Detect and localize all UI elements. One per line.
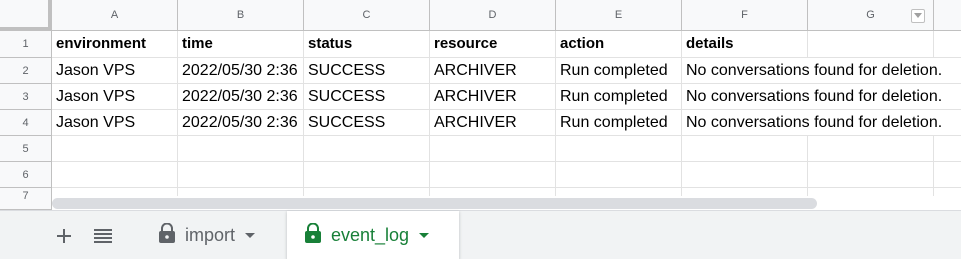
column-header-label: A — [110, 9, 119, 21]
column-header-f[interactable]: F — [682, 0, 808, 31]
column-header-g[interactable]: G — [808, 0, 934, 31]
sheet-tab-label: event_log — [331, 225, 410, 245]
sheet-tab-label: import — [185, 225, 236, 245]
plus-icon[interactable] — [52, 224, 76, 248]
sheet-tab-import[interactable]: import — [145, 211, 285, 259]
column-header-label: D — [488, 9, 497, 21]
lock-icon — [159, 222, 175, 248]
table-cell[interactable]: Run completed — [556, 110, 682, 136]
column-dropdown-icon[interactable] — [911, 9, 925, 23]
column-header-b[interactable]: B — [178, 0, 304, 31]
column-header-partial[interactable] — [934, 0, 961, 31]
table-cell[interactable]: SUCCESS — [304, 84, 430, 110]
sheet-tab-event-log[interactable]: event_log — [287, 211, 459, 259]
table-cell[interactable]: ARCHIVER — [430, 110, 556, 136]
empty-cell[interactable] — [808, 31, 934, 58]
table-cell[interactable]: 2022/05/30 2:36 — [178, 58, 304, 84]
row-header-label: 2 — [22, 64, 29, 77]
empty-cell[interactable] — [304, 136, 430, 162]
table-header-cell[interactable]: environment — [52, 31, 178, 58]
table-cell[interactable]: Jason VPS — [52, 110, 178, 136]
column-header-c[interactable]: C — [304, 0, 430, 31]
empty-cell[interactable] — [934, 136, 961, 162]
empty-cell[interactable] — [430, 162, 556, 188]
empty-cell[interactable] — [178, 162, 304, 188]
empty-cell[interactable] — [304, 162, 430, 188]
empty-cell[interactable] — [682, 136, 808, 162]
table-header-cell[interactable]: status — [304, 31, 430, 58]
column-header-label: F — [741, 9, 748, 21]
empty-cell[interactable] — [52, 136, 178, 162]
empty-cell[interactable] — [808, 136, 934, 162]
row-header-5[interactable]: 5 — [0, 136, 52, 162]
empty-cell[interactable] — [808, 162, 934, 188]
row-header-6[interactable]: 6 — [0, 162, 52, 188]
row-header-1[interactable]: 1 — [0, 31, 52, 58]
select-all-corner[interactable] — [0, 0, 52, 31]
empty-cell[interactable] — [934, 162, 961, 188]
table-cell[interactable]: Jason VPS — [52, 58, 178, 84]
empty-cell[interactable] — [52, 162, 178, 188]
spreadsheet-grid: A B C D E F G 1 2 3 4 5 6 7 environment … — [0, 0, 961, 210]
empty-cell[interactable] — [934, 31, 961, 58]
sheet-tab-bar: import event_log — [0, 210, 961, 259]
table-cell[interactable]: SUCCESS — [304, 58, 430, 84]
row-header-3[interactable]: 3 — [0, 84, 52, 110]
row-header-label: 4 — [22, 116, 29, 129]
table-cell[interactable]: Run completed — [556, 84, 682, 110]
row-header-4[interactable]: 4 — [0, 110, 52, 136]
row-header-label: 3 — [22, 90, 29, 103]
empty-cell[interactable] — [430, 136, 556, 162]
row-header-7[interactable]: 7 — [0, 188, 52, 210]
row-header-label: 6 — [22, 168, 29, 181]
table-cell[interactable]: ARCHIVER — [430, 84, 556, 110]
column-header-label: B — [236, 9, 245, 21]
column-header-label: E — [614, 9, 623, 21]
row-header-label: 5 — [22, 142, 29, 155]
column-header-label: C — [362, 9, 371, 21]
table-cell[interactable]: 2022/05/30 2:36 — [178, 84, 304, 110]
column-header-a[interactable]: A — [52, 0, 178, 31]
menu-lines-icon[interactable] — [91, 224, 115, 248]
table-cell[interactable]: SUCCESS — [304, 110, 430, 136]
table-cell[interactable]: 2022/05/30 2:36 — [178, 110, 304, 136]
table-header-cell[interactable]: action — [556, 31, 682, 58]
column-header-label: G — [866, 9, 875, 21]
column-header-d[interactable]: D — [430, 0, 556, 31]
empty-cell[interactable] — [682, 162, 808, 188]
chevron-down-icon[interactable] — [245, 232, 256, 239]
empty-cell[interactable] — [556, 136, 682, 162]
row-header-2[interactable]: 2 — [0, 58, 52, 84]
table-cell[interactable]: No conversations found for deletion. — [682, 58, 961, 84]
table-cell[interactable]: No conversations found for deletion. — [682, 84, 961, 110]
table-cell[interactable]: No conversations found for deletion. — [682, 110, 961, 136]
chevron-down-icon[interactable] — [419, 232, 430, 239]
table-header-cell[interactable]: resource — [430, 31, 556, 58]
table-cell[interactable]: Run completed — [556, 58, 682, 84]
column-header-e[interactable]: E — [556, 0, 682, 31]
row-header-label: 7 — [22, 190, 29, 202]
row-header-label: 1 — [22, 38, 29, 50]
empty-cell[interactable] — [556, 162, 682, 188]
table-cell[interactable]: Jason VPS — [52, 84, 178, 110]
table-cell[interactable]: ARCHIVER — [430, 58, 556, 84]
lock-icon — [305, 222, 321, 248]
table-header-cell[interactable]: details — [682, 31, 808, 58]
table-header-cell[interactable]: time — [178, 31, 304, 58]
horizontal-scrollbar-thumb[interactable] — [52, 198, 817, 209]
empty-cell[interactable] — [178, 136, 304, 162]
